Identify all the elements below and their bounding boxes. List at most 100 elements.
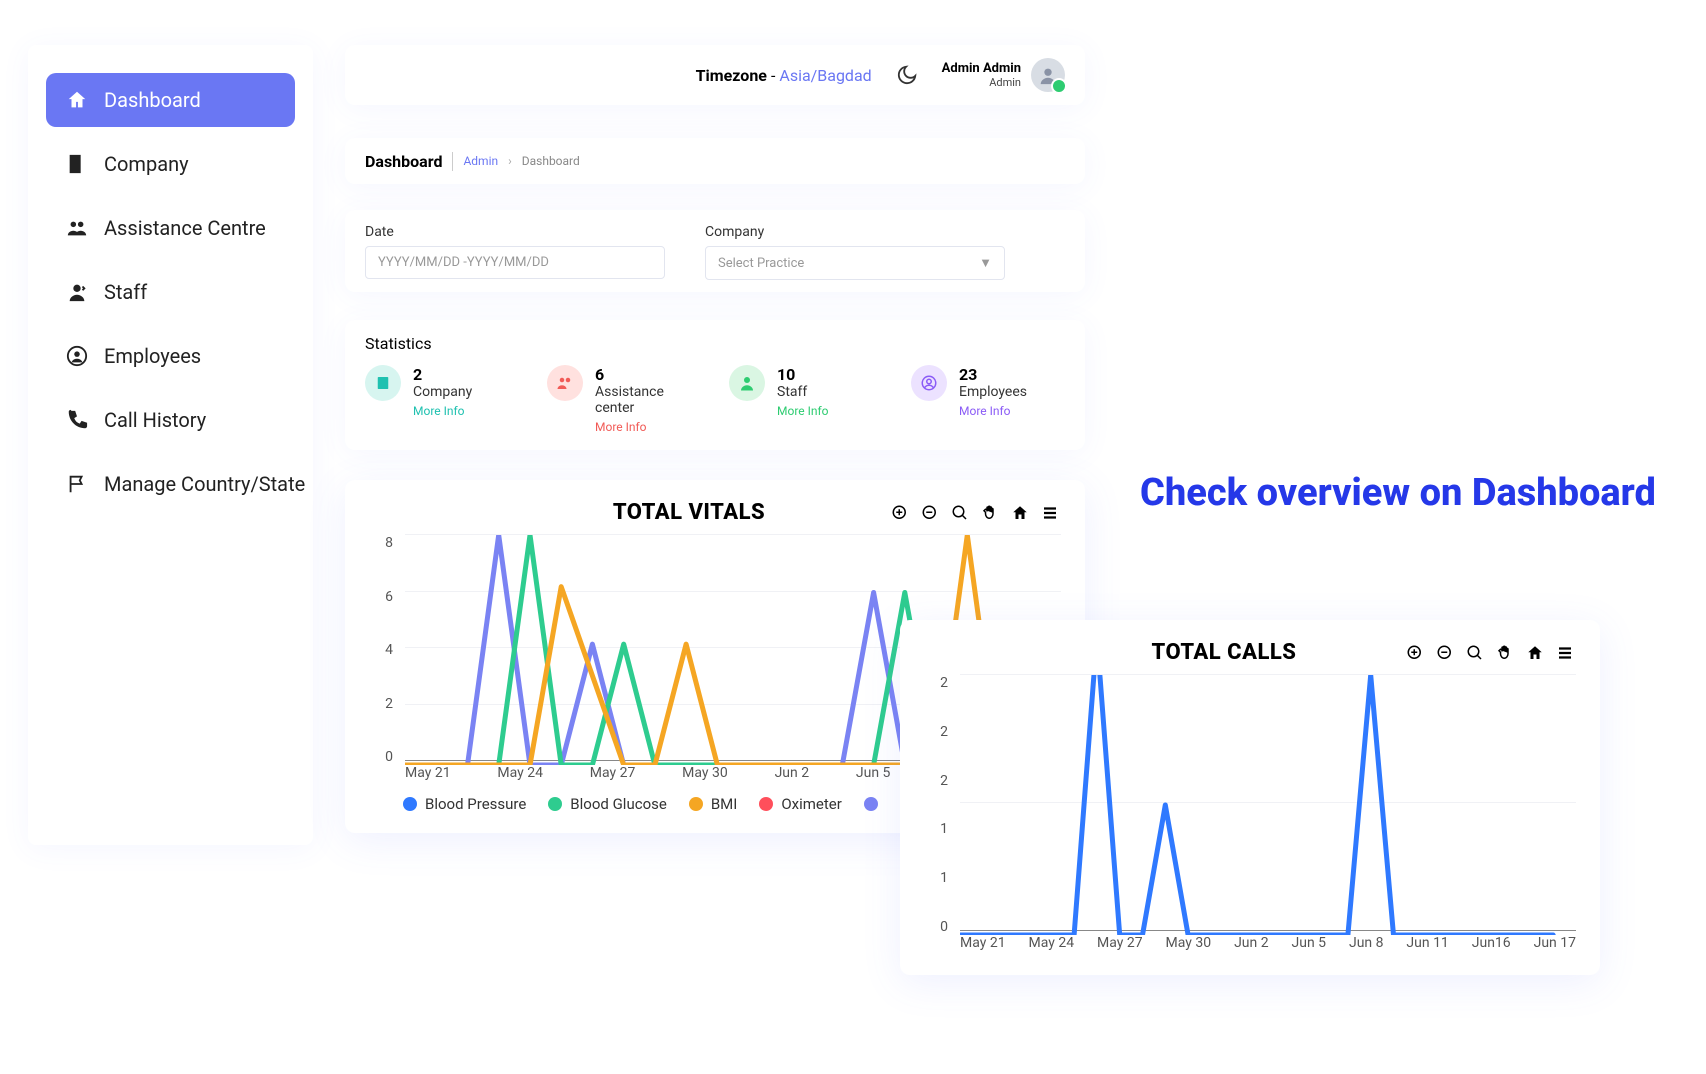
stat-icon [729, 365, 765, 401]
menu-icon[interactable] [1554, 642, 1576, 664]
y-tick: 4 [385, 642, 393, 658]
home-icon[interactable] [1009, 502, 1031, 524]
vitals-chart-title: TOTAL VITALS [489, 500, 889, 525]
dark-mode-toggle[interactable] [896, 64, 918, 86]
legend-item-partial [864, 795, 878, 813]
sidebar-item-dashboard[interactable]: Dashboard [46, 73, 295, 127]
user-name: Admin Admin [942, 61, 1021, 76]
x-tick: Jun 5 [856, 765, 891, 785]
legend-label: Oximeter [781, 795, 841, 813]
date-range-input[interactable]: YYYY/MM/DD -YYYY/MM/DD [365, 246, 665, 279]
y-tick: 0 [940, 919, 948, 935]
legend-item[interactable]: Blood Pressure [403, 795, 526, 813]
legend-dot [403, 797, 417, 811]
statistics-panel: Statistics 2CompanyMore Info6Assistance … [345, 320, 1085, 450]
phone-icon [64, 407, 90, 433]
filter-panel: Date YYYY/MM/DD -YYYY/MM/DD Company Sele… [345, 210, 1085, 292]
stat-value: 2 [413, 365, 472, 384]
company-select[interactable]: Select Practice ▼ [705, 246, 1005, 280]
sidebar-item-manage-country-state[interactable]: Manage Country/State [46, 457, 295, 511]
y-tick: 2 [940, 675, 948, 691]
sidebar: Dashboard Company Assistance Centre Staf… [28, 45, 313, 845]
home-icon[interactable] [1524, 642, 1546, 664]
sidebar-item-employees[interactable]: Employees [46, 329, 295, 383]
stat-value: 23 [959, 365, 1027, 384]
stat-icon [911, 365, 947, 401]
zoom-out-icon[interactable] [1434, 642, 1456, 664]
breadcrumb-separator: › [508, 154, 512, 168]
stat-icon [365, 365, 401, 401]
x-tick: Jun 17 [1534, 935, 1576, 955]
company-select-placeholder: Select Practice [718, 256, 804, 271]
home-icon [64, 87, 90, 113]
user-circle-icon [64, 343, 90, 369]
stat-more-link[interactable]: More Info [959, 404, 1027, 418]
x-tick: Jun 5 [1292, 935, 1327, 955]
x-tick: May 21 [960, 935, 1006, 955]
vitals-chart-toolbar [889, 502, 1061, 524]
breadcrumb-current: Dashboard [522, 154, 580, 168]
page-title: Dashboard [365, 152, 453, 171]
breadcrumb: Dashboard Admin › Dashboard [345, 138, 1085, 184]
chevron-down-icon: ▼ [979, 255, 992, 271]
pan-icon[interactable] [979, 502, 1001, 524]
stat-label: Staff [777, 384, 829, 400]
sidebar-item-call-history[interactable]: Call History [46, 393, 295, 447]
x-tick: May 30 [1166, 935, 1212, 955]
x-tick: Jun 2 [1234, 935, 1269, 955]
sidebar-item-label: Employees [104, 344, 201, 368]
legend-item[interactable]: BMI [689, 795, 738, 813]
y-tick: 0 [385, 749, 393, 765]
x-tick: Jun16 [1472, 935, 1511, 955]
stat-icon [547, 365, 583, 401]
breadcrumb-root[interactable]: Admin [463, 154, 498, 168]
zoom-icon[interactable] [1464, 642, 1486, 664]
legend-label: BMI [711, 795, 738, 813]
x-tick: May 30 [682, 765, 728, 785]
sidebar-item-label: Dashboard [104, 88, 201, 112]
calls-plot[interactable]: 222110May 21May 24May 27May 30Jun 2Jun 5… [924, 675, 1576, 955]
sidebar-item-company[interactable]: Company [46, 137, 295, 191]
zoom-icon[interactable] [949, 502, 971, 524]
stat-more-link[interactable]: More Info [777, 404, 829, 418]
sidebar-item-staff[interactable]: Staff [46, 265, 295, 319]
company-label: Company [705, 224, 1005, 240]
x-tick: May 24 [1029, 935, 1075, 955]
zoom-in-icon[interactable] [889, 502, 911, 524]
y-tick: 2 [940, 724, 948, 740]
zoom-out-icon[interactable] [919, 502, 941, 524]
stat-more-link[interactable]: More Info [413, 404, 472, 418]
legend-dot [759, 797, 773, 811]
user-menu[interactable]: Admin Admin Admin [942, 58, 1065, 92]
x-tick: May 24 [497, 765, 543, 785]
sidebar-item-label: Company [104, 152, 189, 176]
y-tick: 2 [385, 696, 393, 712]
stat-company: 2Company More Info [365, 365, 519, 434]
legend-item[interactable]: Blood Glucose [548, 795, 667, 813]
flag-icon [64, 471, 90, 497]
badge-icon [64, 279, 90, 305]
x-tick: May 27 [590, 765, 636, 785]
y-tick: 2 [940, 773, 948, 789]
overview-heading: Check overview on Dashboard [1140, 470, 1656, 518]
statistics-title: Statistics [365, 334, 1065, 353]
stat-employees: 23Employees More Info [911, 365, 1065, 434]
avatar [1031, 58, 1065, 92]
legend-item[interactable]: Oximeter [759, 795, 841, 813]
pan-icon[interactable] [1494, 642, 1516, 664]
legend-dot [864, 797, 878, 811]
stat-more-link[interactable]: More Info [595, 420, 701, 434]
building-icon [64, 151, 90, 177]
timezone-label: Timezone [696, 66, 767, 85]
stat-value: 10 [777, 365, 829, 384]
stat-label: Employees [959, 384, 1027, 400]
stat-value: 6 [595, 365, 701, 384]
legend-label: Blood Pressure [425, 795, 526, 813]
legend-label: Blood Glucose [570, 795, 667, 813]
sidebar-item-assistance-centre[interactable]: Assistance Centre [46, 201, 295, 255]
stat-label: Company [413, 384, 472, 400]
menu-icon[interactable] [1039, 502, 1061, 524]
x-tick: Jun 8 [1349, 935, 1384, 955]
sidebar-item-label: Manage Country/State [104, 472, 305, 496]
zoom-in-icon[interactable] [1404, 642, 1426, 664]
